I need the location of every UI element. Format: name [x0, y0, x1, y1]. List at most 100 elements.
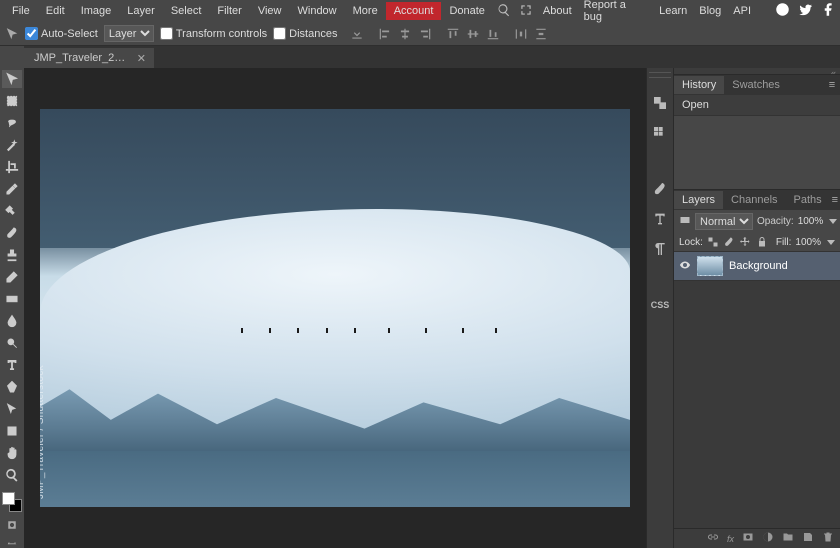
distances-checkbox[interactable]: Distances	[273, 27, 337, 40]
align-vcenter-icon[interactable]	[465, 26, 481, 42]
wand-tool[interactable]	[2, 136, 22, 154]
layer-filter-icon[interactable]	[679, 214, 691, 229]
layer-name[interactable]: Background	[729, 260, 788, 272]
gradient-tool[interactable]	[2, 290, 22, 308]
swatches-panel-icon[interactable]	[651, 124, 669, 142]
fullscreen-icon[interactable]	[515, 3, 537, 20]
marquee-tool[interactable]	[2, 92, 22, 110]
history-item[interactable]: Open	[674, 95, 840, 116]
type-tool[interactable]	[2, 356, 22, 374]
link-api[interactable]: API	[727, 2, 757, 20]
menu-account[interactable]: Account	[386, 2, 442, 20]
heal-tool[interactable]	[2, 202, 22, 220]
canvas-area[interactable]: JMP_Traveler / Shutterstock	[24, 68, 646, 548]
paragraph-panel-icon[interactable]	[651, 240, 669, 258]
color-swatch[interactable]	[2, 492, 22, 512]
layer-thumbnail[interactable]	[697, 256, 723, 276]
css-panel-icon[interactable]: CSS	[651, 296, 669, 314]
brush-panel-icon[interactable]	[651, 180, 669, 198]
layer-row-background[interactable]: Background	[674, 251, 840, 281]
zoom-tool[interactable]	[2, 466, 22, 484]
lock-transparency-icon[interactable]	[707, 235, 719, 249]
align-top-icon[interactable]	[445, 26, 461, 42]
lasso-tool[interactable]	[2, 114, 22, 132]
distribute-h-icon[interactable]	[513, 26, 529, 42]
move-tool[interactable]	[2, 70, 22, 88]
eyedropper-tool[interactable]	[2, 180, 22, 198]
link-blog[interactable]: Blog	[693, 2, 727, 20]
new-layer-icon[interactable]	[802, 531, 814, 546]
transform-controls-checkbox[interactable]: Transform controls	[160, 27, 267, 40]
tab-channels[interactable]: Channels	[723, 191, 785, 209]
close-tab-icon[interactable]: ✕	[137, 52, 146, 65]
link-about[interactable]: About	[537, 2, 578, 20]
pen-tool[interactable]	[2, 378, 22, 396]
layer-visibility-icon[interactable]	[679, 259, 691, 274]
fx-icon[interactable]: fx	[727, 534, 734, 544]
menu-donate[interactable]: Donate	[441, 2, 492, 20]
fill-dropdown-icon[interactable]	[827, 240, 835, 245]
history-panel: History Swatches ≡ Open	[674, 74, 840, 189]
opacity-value[interactable]: 100%	[798, 216, 824, 227]
link-learn[interactable]: Learn	[653, 2, 693, 20]
mask-icon[interactable]	[742, 531, 754, 546]
align-hcenter-icon[interactable]	[397, 26, 413, 42]
lock-position-icon[interactable]	[739, 235, 751, 249]
distribute-v-icon[interactable]	[533, 26, 549, 42]
layers-panel: Layers Channels Paths ≡ Normal Opacity: …	[674, 189, 840, 548]
tab-layers[interactable]: Layers	[674, 191, 723, 209]
tab-history[interactable]: History	[674, 76, 724, 94]
link-layers-icon[interactable]	[707, 531, 719, 546]
lock-all-icon[interactable]	[756, 235, 768, 249]
menu-view[interactable]: View	[250, 2, 290, 20]
crop-tool[interactable]	[2, 158, 22, 176]
lock-pixels-icon[interactable]	[723, 235, 735, 249]
menu-image[interactable]: Image	[73, 2, 120, 20]
menu-select[interactable]: Select	[163, 2, 210, 20]
blend-mode-select[interactable]: Normal	[695, 213, 753, 230]
auto-select-checkbox[interactable]: Auto-Select	[25, 27, 98, 40]
search-icon[interactable]	[493, 3, 515, 20]
align-right-icon[interactable]	[417, 26, 433, 42]
dodge-tool[interactable]	[2, 334, 22, 352]
trash-icon[interactable]	[822, 531, 834, 546]
align-bottom-icon[interactable]	[485, 26, 501, 42]
shape-tool[interactable]	[2, 422, 22, 440]
auto-select-target[interactable]: Layer	[104, 25, 154, 42]
group-icon[interactable]	[782, 531, 794, 546]
layers-panel-menu-icon[interactable]: ≡	[830, 194, 840, 206]
blur-tool[interactable]	[2, 312, 22, 330]
tab-swatches[interactable]: Swatches	[724, 76, 788, 94]
fill-value[interactable]: 100%	[795, 237, 821, 248]
eraser-tool[interactable]	[2, 268, 22, 286]
screenmode-icon[interactable]	[7, 538, 17, 548]
reddit-icon[interactable]	[767, 2, 790, 20]
fill-label: Fill:	[776, 237, 792, 248]
tab-paths[interactable]: Paths	[786, 191, 830, 209]
character-panel-icon[interactable]	[651, 210, 669, 228]
document-canvas[interactable]: JMP_Traveler / Shutterstock	[40, 109, 630, 507]
stamp-tool[interactable]	[2, 246, 22, 264]
opacity-dropdown-icon[interactable]	[829, 219, 837, 224]
menu-file[interactable]: File	[4, 2, 38, 20]
color-panel-icon[interactable]	[651, 94, 669, 112]
twitter-icon[interactable]	[790, 2, 813, 20]
history-panel-menu-icon[interactable]: ≡	[824, 79, 840, 91]
menubar: File Edit Image Layer Select Filter View…	[0, 0, 840, 22]
path-select-tool[interactable]	[2, 400, 22, 418]
menu-more[interactable]: More	[345, 2, 386, 20]
document-tab[interactable]: JMP_Traveler_22287781 ✕	[24, 48, 154, 68]
brush-tool[interactable]	[2, 224, 22, 242]
quickmask-icon[interactable]	[7, 520, 17, 530]
adjustment-icon[interactable]	[762, 531, 774, 546]
facebook-icon[interactable]	[813, 2, 836, 20]
panel-drag-handle[interactable]	[649, 72, 671, 78]
menu-filter[interactable]: Filter	[209, 2, 249, 20]
align-left-icon[interactable]	[377, 26, 393, 42]
menu-window[interactable]: Window	[290, 2, 345, 20]
menu-layer[interactable]: Layer	[119, 2, 163, 20]
download-icon[interactable]	[349, 26, 365, 42]
hand-tool[interactable]	[2, 444, 22, 462]
link-report-bug[interactable]: Report a bug	[578, 0, 653, 26]
menu-edit[interactable]: Edit	[38, 2, 73, 20]
